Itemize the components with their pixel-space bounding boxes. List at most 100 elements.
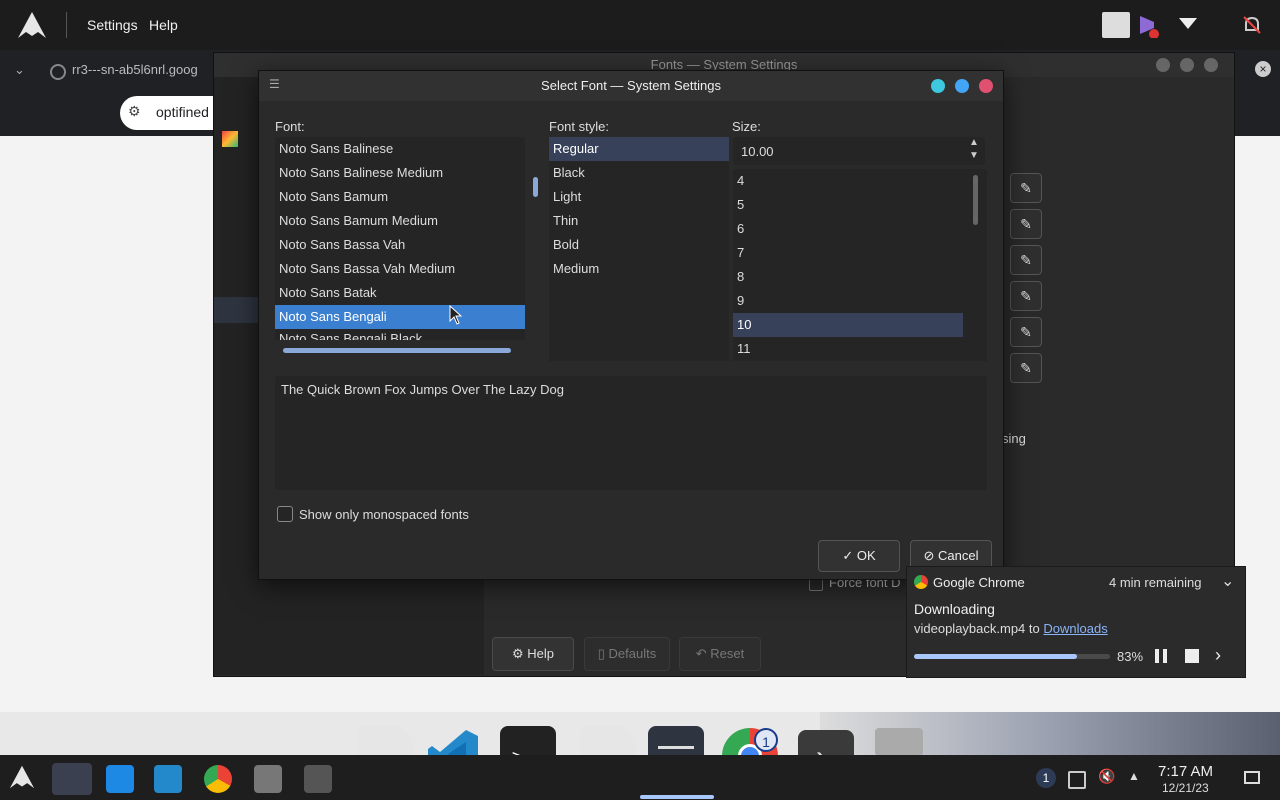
chevron-down-icon[interactable]: ⌄ [14,62,25,78]
bell-off-icon[interactable] [1241,14,1263,36]
edit-font-button[interactable]: ✎ [1010,209,1042,239]
list-item[interactable]: Noto Sans Bassa Vah Medium [275,257,525,281]
tray-badge[interactable]: 1 [1036,768,1056,788]
defaults-button[interactable]: ▯ Defaults [584,637,670,671]
list-item[interactable]: Bold [549,233,729,257]
list-item[interactable]: 9 [733,289,963,313]
pause-icon[interactable] [1155,649,1169,663]
edit-font-button[interactable]: ✎ [1010,317,1042,347]
size-list[interactable]: 4 5 6 7 8 9 10 11 [733,169,987,361]
size-list-scrollbar[interactable] [973,175,978,225]
dropdown-icon[interactable] [1179,18,1197,29]
stop-icon[interactable] [1185,649,1199,663]
undo-icon: ↶ [695,646,711,661]
reset-button[interactable]: ↶ Reset [679,637,761,671]
list-item[interactable]: Noto Sans Bengali Black [275,329,525,340]
help-icon: ⚙ [511,646,528,661]
vs-code-muted-icon[interactable] [1138,12,1160,39]
arch-logo-icon[interactable] [8,764,36,790]
tune-icon: ⚙ [128,103,141,119]
clock-date[interactable]: 12/21/23 [1162,781,1209,795]
list-item[interactable]: 6 [733,217,963,241]
minimize-button[interactable] [931,79,945,93]
top-panel: Settings Help [0,0,1280,50]
download-notification[interactable]: Google Chrome 4 min remaining ⌄ Download… [906,566,1246,678]
list-item[interactable]: Medium [549,257,729,281]
list-item[interactable]: 11 [733,337,963,361]
font-list[interactable]: Noto Sans Balinese Noto Sans Balinese Me… [275,137,525,340]
chevron-right-icon[interactable]: › [1215,645,1221,666]
tray-expand-icon[interactable]: ▲ [1128,769,1140,783]
notifications-icon[interactable] [1244,771,1260,784]
list-item-selected[interactable]: Regular [549,137,729,161]
maximize-button[interactable] [955,79,969,93]
list-item[interactable]: Noto Sans Balinese Medium [275,161,525,185]
download-progress-bar [914,654,1110,659]
dialog-titlebar: Select Font — System Settings [259,71,1003,101]
list-item[interactable]: Noto Sans Bassa Vah [275,233,525,257]
spin-down-icon[interactable]: ▼ [969,150,979,161]
bicycle-app-icon[interactable] [875,728,923,756]
download-progress-fill [914,654,1077,659]
list-item-selected[interactable]: 10 [733,313,963,337]
list-item[interactable]: Thin [549,209,729,233]
edit-font-button[interactable]: ✎ [1010,281,1042,311]
font-list-scrollbar[interactable] [533,177,538,197]
help-button[interactable]: ⚙ Help [492,637,574,671]
active-window-indicator [640,795,714,799]
font-style-list[interactable]: Regular Black Light Thin Bold Medium [549,137,729,361]
edit-font-button[interactable]: ✎ [1010,245,1042,275]
list-item[interactable]: 7 [733,241,963,265]
maximize-button[interactable] [1180,58,1194,72]
close-icon[interactable]: × [1255,61,1271,77]
size-spinbox[interactable]: 10.00 ▲ ▼ [733,137,985,165]
collapse-icon[interactable]: ⌄ [1221,571,1234,591]
size-value: 10.00 [741,144,774,159]
taskbar-store-icon[interactable] [106,765,134,793]
font-style-label: Font style: [549,119,609,134]
list-item[interactable]: Noto Sans Bamum [275,185,525,209]
font-list-hscrollbar[interactable] [283,348,511,353]
edit-font-button[interactable]: ✎ [1010,173,1042,203]
close-button[interactable] [1204,58,1218,72]
mouse-cursor-icon [449,305,463,325]
arch-logo-icon[interactable] [16,10,48,40]
list-item[interactable]: 5 [733,193,963,217]
preview-text: The Quick Brown Fox Jumps Over The Lazy … [281,382,564,397]
list-item[interactable]: Noto Sans Batak [275,281,525,305]
list-item[interactable]: Noto Sans Bamum Medium [275,209,525,233]
notification-body: videoplayback.mp4 to Downloads [914,621,1108,636]
edit-font-button[interactable]: ✎ [1010,353,1042,383]
taskbar-chrome-icon[interactable] [204,765,232,793]
taskbar-terminal-icon[interactable] [304,765,332,793]
clipboard-icon[interactable] [1102,12,1130,38]
taskbar-app-icon[interactable] [254,765,282,793]
clock-time[interactable]: 7:17 AM [1158,763,1213,780]
taskbar-settings-icon[interactable] [52,763,92,795]
list-item[interactable]: Black [549,161,729,185]
minimize-button[interactable] [1156,58,1170,72]
menu-settings[interactable]: Settings [87,17,138,33]
sidebar-app-icon[interactable] [222,131,238,147]
font-preview[interactable]: The Quick Brown Fox Jumps Over The Lazy … [275,376,987,490]
ok-button[interactable]: ✓ OK [818,540,900,572]
spin-up-icon[interactable]: ▲ [969,137,979,148]
notification-app: Google Chrome [933,575,1025,590]
list-item[interactable]: 4 [733,169,963,193]
chrome-tab-url[interactable]: rr3---sn-ab5l6nrl.goog [72,62,198,77]
tray-clipboard-icon[interactable] [1068,771,1086,789]
monospace-checkbox[interactable] [277,506,293,522]
list-item[interactable]: Light [549,185,729,209]
window-menu-icon[interactable]: ☰ [269,77,280,91]
reset-button-label: Reset [710,646,745,661]
list-item[interactable]: Noto Sans Balinese [275,137,525,161]
taskbar-vscode-icon[interactable] [154,765,182,793]
volume-muted-icon[interactable]: 🔇 [1098,768,1115,785]
menu-help[interactable]: Help [149,17,178,33]
list-item[interactable]: 8 [733,265,963,289]
list-item-selected[interactable]: Noto Sans Bengali [275,305,525,329]
check-icon: ✓ [842,548,857,563]
notification-remaining: 4 min remaining [1109,575,1202,590]
close-button[interactable] [979,79,993,93]
downloads-link[interactable]: Downloads [1043,621,1107,636]
